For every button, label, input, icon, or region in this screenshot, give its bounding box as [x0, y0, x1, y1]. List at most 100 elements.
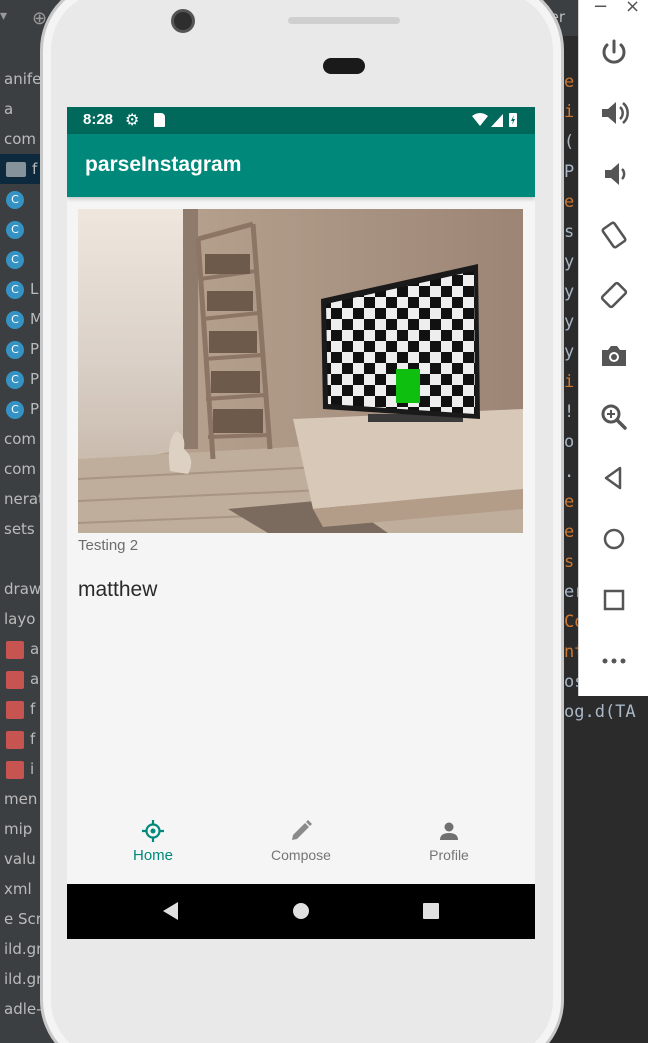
- project-tree-label: P: [30, 370, 40, 388]
- code-line: o: [564, 432, 575, 452]
- class-icon: C: [6, 190, 24, 209]
- signal-icon: [491, 114, 503, 127]
- code-line: e: [564, 192, 575, 212]
- project-tree-label: sets: [4, 520, 35, 538]
- back-icon[interactable]: [579, 455, 648, 501]
- project-tree-label: draw: [4, 580, 42, 598]
- back-icon[interactable]: [160, 900, 180, 922]
- project-tree-label: valu: [4, 850, 36, 868]
- person-icon: [440, 822, 458, 840]
- code-line: y: [564, 312, 575, 332]
- class-icon: C: [6, 400, 24, 419]
- pencil-icon: [292, 820, 312, 840]
- code-line: e: [564, 492, 575, 512]
- class-icon: C: [6, 220, 24, 239]
- post-image[interactable]: [78, 209, 523, 533]
- code-line: e: [564, 72, 575, 92]
- project-tree-label: a: [4, 100, 14, 118]
- class-icon: C: [6, 310, 24, 329]
- home-icon[interactable]: [579, 516, 648, 562]
- volume-down-icon[interactable]: [579, 151, 648, 197]
- front-camera: [171, 9, 195, 33]
- overview-icon[interactable]: [421, 900, 441, 922]
- minimize-button[interactable]: −: [593, 0, 608, 17]
- code-line: !: [564, 402, 575, 422]
- project-tree-label: f: [32, 160, 38, 178]
- app-title: parseInstagram: [85, 153, 242, 176]
- wifi-icon: [472, 113, 488, 126]
- status-time: 8:28: [83, 111, 114, 128]
- class-icon: C: [6, 250, 24, 269]
- project-tree-label: nerat: [4, 490, 44, 508]
- class-icon: C: [6, 340, 24, 359]
- system-navigation-bar: [67, 884, 535, 939]
- project-tree-label: P: [30, 340, 40, 358]
- project-tree-label: f: [30, 730, 36, 748]
- nav-item-compose[interactable]: Compose: [223, 807, 379, 884]
- class-icon: C: [6, 280, 24, 299]
- home-target-icon: [142, 820, 164, 842]
- folder-icon: [6, 162, 26, 177]
- code-line: P: [564, 162, 575, 182]
- project-tree-label: xml: [4, 880, 32, 898]
- project-tree-label: ild.gr: [4, 940, 43, 958]
- post-username: matthew: [78, 578, 158, 601]
- code-line: i: [564, 372, 575, 392]
- code-line: y: [564, 342, 575, 362]
- layout-file-icon: [6, 700, 24, 719]
- layout-file-icon: [6, 640, 24, 659]
- project-tree-label: f: [30, 700, 36, 718]
- volume-up-icon[interactable]: [579, 90, 648, 136]
- project-tree-label: a: [30, 670, 40, 688]
- code-line: e: [564, 522, 575, 542]
- layout-file-icon: [6, 670, 24, 689]
- project-tree-label: men: [4, 790, 38, 808]
- emulator-toolbar: − ×: [578, 0, 648, 696]
- layout-file-icon: [6, 760, 24, 779]
- power-icon[interactable]: [579, 30, 648, 76]
- bottom-navigation: Home Compose Profile: [67, 807, 535, 884]
- project-tree-label: mip: [4, 820, 33, 838]
- project-tree-label: layo: [4, 610, 36, 628]
- earpiece: [323, 58, 365, 74]
- nav-label-compose: Compose: [271, 847, 331, 863]
- nav-label-home: Home: [132, 847, 173, 864]
- nav-label-profile: Profile: [429, 847, 469, 863]
- project-tree-label: a: [30, 640, 40, 658]
- nav-item-profile[interactable]: Profile: [371, 807, 527, 884]
- status-indicators: [471, 111, 521, 133]
- code-line: s: [564, 552, 575, 572]
- project-tree-label: com: [4, 430, 37, 448]
- rotate-left-icon[interactable]: [579, 212, 648, 258]
- rotate-right-icon[interactable]: [579, 272, 648, 318]
- overview-icon[interactable]: [579, 577, 648, 623]
- nav-item-home[interactable]: Home: [75, 807, 231, 884]
- status-bar: 8:28 ⚙: [67, 107, 535, 134]
- code-line: s: [564, 222, 575, 242]
- top-speaker: [288, 17, 400, 24]
- home-icon[interactable]: [291, 900, 311, 922]
- project-tree-label: ild.gr: [4, 970, 43, 988]
- code-line: y: [564, 252, 575, 272]
- code-line: y: [564, 282, 575, 302]
- settings-gear-icon: ⚙: [125, 110, 140, 129]
- post-description: Testing 2: [78, 537, 139, 554]
- project-tree-label: P: [30, 400, 40, 418]
- layout-file-icon: [6, 730, 24, 749]
- class-icon: C: [6, 370, 24, 389]
- zoom-icon[interactable]: [579, 394, 648, 440]
- camera-icon[interactable]: [579, 333, 648, 379]
- project-tree-label: com: [4, 130, 37, 148]
- sd-card-icon: [154, 113, 165, 127]
- code-line: .: [564, 462, 575, 482]
- close-button[interactable]: ×: [625, 0, 640, 17]
- code-line: i: [564, 102, 575, 122]
- more-icon[interactable]: [579, 638, 648, 684]
- project-tree-label: i: [30, 760, 35, 778]
- app-bar: parseInstagram: [67, 134, 535, 197]
- code-line: (: [564, 132, 575, 152]
- project-tree-label: com: [4, 460, 37, 478]
- project-tree-label: L: [30, 280, 39, 298]
- dropdown-arrow-icon[interactable]: ▾: [0, 8, 7, 24]
- code-line: og.d(TA: [564, 702, 636, 722]
